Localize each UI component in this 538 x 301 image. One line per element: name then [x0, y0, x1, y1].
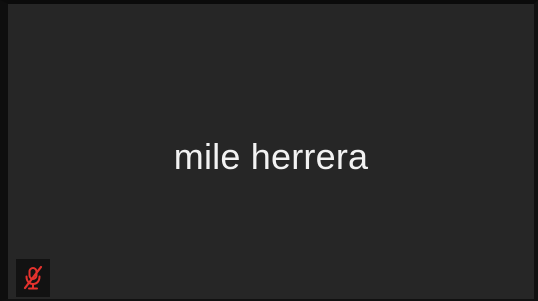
- participant-video-tile: mile herrera: [0, 0, 538, 301]
- mic-status-indicator: [16, 259, 50, 297]
- mic-muted-icon: [22, 265, 44, 291]
- participant-name: mile herrera: [173, 136, 369, 177]
